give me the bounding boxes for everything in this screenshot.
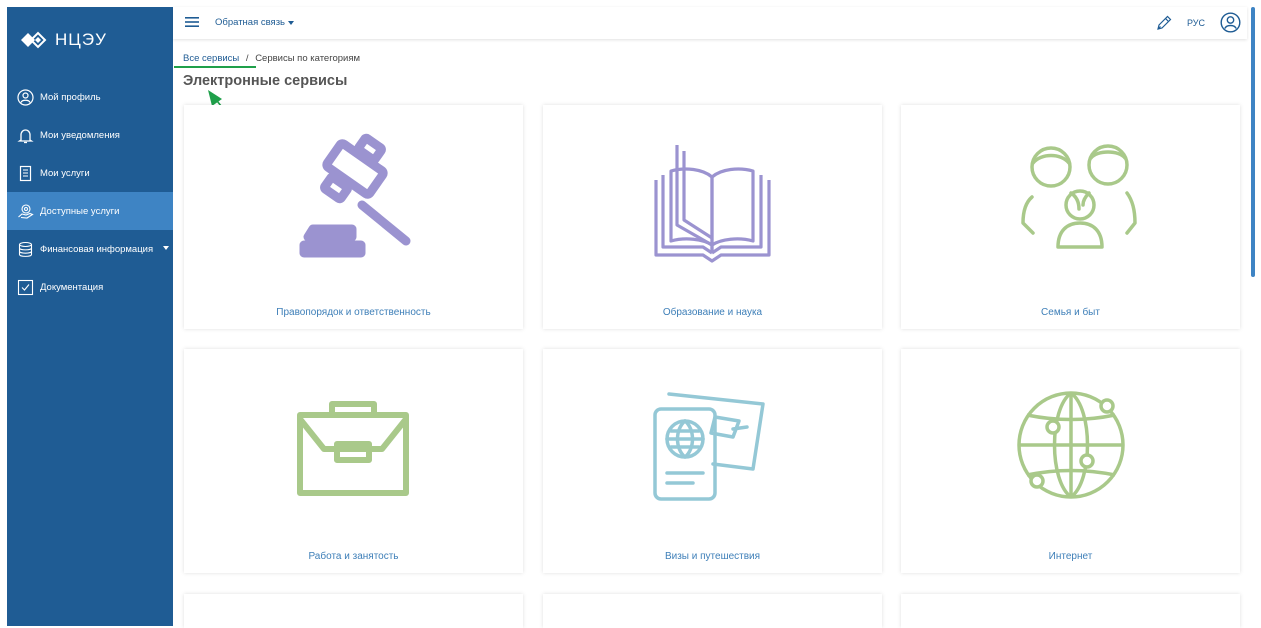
- category-card[interactable]: [901, 594, 1240, 628]
- sidebar-nav: Мой профиль Мои уведомления Мои услуги Д…: [7, 78, 173, 306]
- category-card[interactable]: [543, 594, 882, 628]
- language-switcher[interactable]: РУС: [1187, 18, 1205, 28]
- briefcase-icon: [297, 401, 409, 496]
- sidebar-item-label: Мой профиль: [40, 91, 101, 103]
- sidebar: НЦЭУ Мой профиль Мои уведомления Мои усл…: [7, 7, 173, 626]
- app-window: НЦЭУ Мой профиль Мои уведомления Мои усл…: [0, 0, 1261, 628]
- breadcrumb-current: Сервисы по категориям: [255, 53, 361, 64]
- breadcrumb-all-services-link[interactable]: Все сервисы: [183, 53, 239, 64]
- category-card-visa[interactable]: Визы и путешествия: [543, 349, 882, 573]
- category-label: Правопорядок и ответственность: [276, 307, 431, 318]
- sidebar-item-financial-info[interactable]: Финансовая информация: [7, 230, 173, 268]
- checkbox-icon: [17, 279, 34, 295]
- category-label: Семья и быт: [1041, 307, 1100, 318]
- top-bar: Обратная связь РУС: [173, 7, 1247, 39]
- category-card-work[interactable]: Работа и занятость: [184, 349, 523, 573]
- feedback-label: Обратная связь: [215, 17, 285, 28]
- sidebar-item-label: Документация: [40, 281, 104, 293]
- globe-icon: [1017, 391, 1125, 499]
- category-label: Работа и занятость: [308, 551, 399, 562]
- sidebar-item-profile[interactable]: Мой профиль: [7, 78, 173, 116]
- sidebar-item-available-services[interactable]: Доступные услуги: [7, 192, 173, 230]
- category-card-law[interactable]: Правопорядок и ответственность: [184, 105, 523, 329]
- category-label: Образование и наука: [662, 307, 763, 318]
- scrollbar-thumb[interactable]: [1251, 7, 1255, 277]
- category-card[interactable]: [184, 594, 523, 628]
- breadcrumb: Все сервисы / Сервисы по категориям: [183, 53, 360, 64]
- profile-icon: [17, 88, 34, 106]
- logo-icon: [21, 31, 47, 49]
- category-label: Интернет: [1048, 551, 1093, 562]
- gavel-icon: [299, 133, 411, 258]
- category-card-internet[interactable]: Интернет: [901, 349, 1240, 573]
- sidebar-item-label: Доступные услуги: [40, 205, 120, 217]
- hand-services-icon: [18, 203, 34, 219]
- breadcrumb-separator: /: [245, 53, 249, 64]
- annotation-underline: [174, 66, 256, 68]
- logo-text: НЦЭУ: [55, 30, 107, 49]
- sidebar-item-notifications[interactable]: Мои уведомления: [7, 116, 173, 154]
- category-card-education[interactable]: Образование и наука: [543, 105, 882, 329]
- passport-icon: [653, 392, 765, 501]
- category-card-family[interactable]: Семья и быт: [901, 105, 1240, 329]
- document-list-icon: [19, 165, 32, 181]
- chevron-down-icon: [288, 20, 294, 25]
- family-icon: [1021, 144, 1137, 249]
- sidebar-item-my-services[interactable]: Мои услуги: [7, 154, 173, 192]
- feedback-dropdown[interactable]: Обратная связь: [215, 17, 294, 28]
- logo[interactable]: НЦЭУ: [19, 29, 107, 51]
- submenu-caret-icon[interactable]: [163, 246, 169, 250]
- user-account-icon[interactable]: [1220, 12, 1241, 33]
- bell-icon: [17, 128, 34, 143]
- sidebar-item-label: Мои уведомления: [40, 129, 120, 141]
- book-icon: [654, 145, 771, 263]
- sidebar-item-documentation[interactable]: Документация: [7, 268, 173, 306]
- database-icon: [18, 241, 33, 257]
- category-label: Визы и путешествия: [664, 551, 761, 562]
- sidebar-item-label: Мои услуги: [40, 167, 90, 179]
- pen-icon[interactable]: [1155, 14, 1173, 32]
- sidebar-item-label: Финансовая информация: [40, 243, 154, 255]
- hamburger-menu-icon[interactable]: [185, 16, 199, 28]
